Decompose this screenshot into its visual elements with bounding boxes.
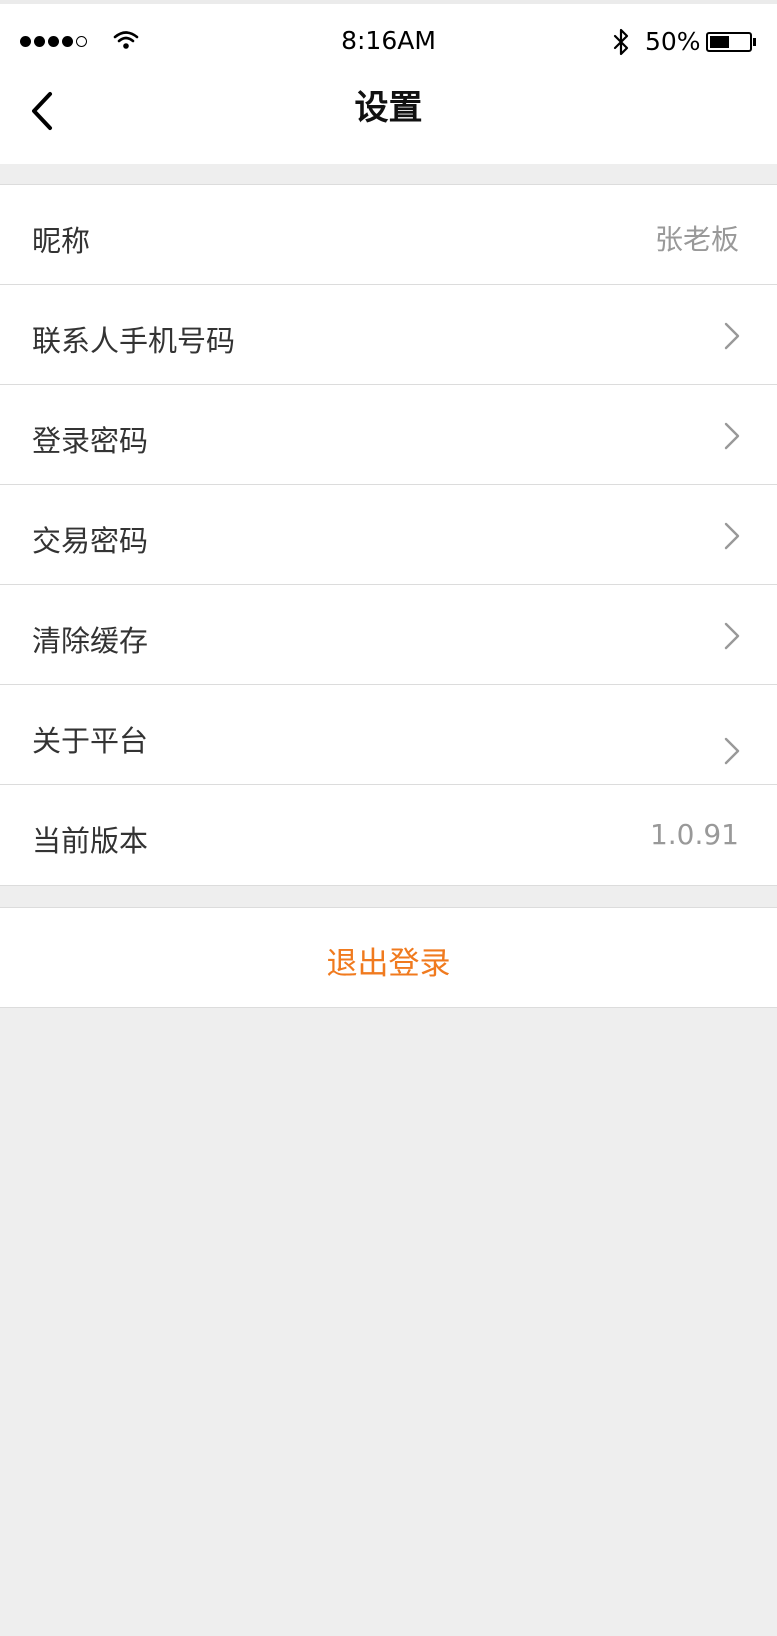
settings-row-trade-password[interactable]: 交易密码 <box>0 485 777 585</box>
page-title: 设置 <box>354 88 423 128</box>
chevron-right-icon <box>724 737 740 765</box>
settings-row-login-password[interactable]: 登录密码 <box>0 385 777 485</box>
row-label: 昵称 <box>32 224 91 258</box>
row-label: 清除缓存 <box>32 624 149 658</box>
row-label: 关于平台 <box>32 724 149 758</box>
row-label: 当前版本 <box>32 824 149 858</box>
nickname-value: 张老板 <box>654 223 739 256</box>
battery-percent: 50% <box>645 27 701 56</box>
row-label: 联系人手机号码 <box>32 324 236 358</box>
settings-list: 昵称 张老板 联系人手机号码 登录密码 交易密码 清除缓存 关于平台 当前版本 … <box>0 184 777 886</box>
logout-label: 退出登录 <box>326 946 451 982</box>
settings-row-about[interactable]: 关于平台 <box>0 685 777 785</box>
bluetooth-icon <box>613 28 629 56</box>
battery-fill <box>710 36 729 48</box>
battery-icon <box>706 32 756 52</box>
settings-row-clear-cache[interactable]: 清除缓存 <box>0 585 777 685</box>
header: 8:16AM 50% 设置 <box>0 0 777 164</box>
chevron-right-icon <box>724 622 740 650</box>
status-bar: 8:16AM 50% <box>0 22 777 62</box>
settings-row-version: 当前版本 1.0.91 <box>0 785 777 885</box>
row-label: 登录密码 <box>32 424 149 458</box>
logout-button[interactable]: 退出登录 <box>0 907 777 1008</box>
row-label: 交易密码 <box>32 524 149 558</box>
navigation-bar: 设置 <box>0 70 777 140</box>
chevron-right-icon <box>724 522 740 550</box>
chevron-right-icon <box>724 422 740 450</box>
top-strip <box>0 0 777 4</box>
version-value: 1.0.91 <box>649 818 739 851</box>
chevron-right-icon <box>724 322 740 350</box>
battery-nub <box>753 38 756 46</box>
settings-row-nickname[interactable]: 昵称 张老板 <box>0 185 777 285</box>
settings-row-phone[interactable]: 联系人手机号码 <box>0 285 777 385</box>
